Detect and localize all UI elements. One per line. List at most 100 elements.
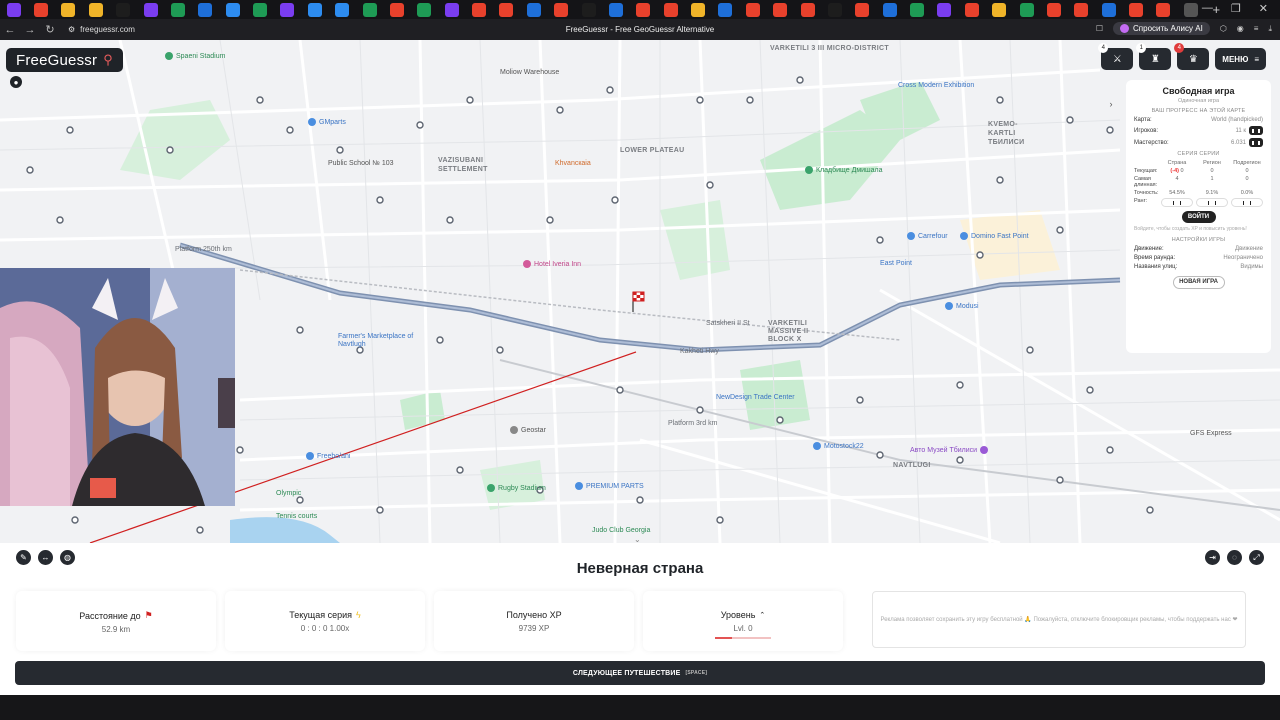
browser-tab[interactable] — [882, 2, 897, 17]
browser-tab[interactable] — [198, 2, 213, 17]
extension-icon[interactable]: ⬡ — [1220, 24, 1227, 33]
new-game-button[interactable]: НОВАЯ ИГРА — [1172, 275, 1225, 289]
alice-button[interactable]: Спросить Алису AI — [1113, 22, 1210, 35]
profile-icon[interactable]: ◉ — [1237, 24, 1244, 33]
map-poi[interactable]: Geostar — [510, 426, 546, 434]
browser-tab[interactable] — [773, 2, 788, 17]
browser-tab[interactable] — [937, 2, 952, 17]
browser-tab[interactable] — [526, 2, 541, 17]
browser-tab[interactable] — [1156, 2, 1171, 17]
map-poi[interactable]: Hotel Iveria Inn — [523, 260, 581, 268]
river — [230, 517, 340, 543]
browser-tab[interactable] — [335, 2, 350, 17]
browser-tab[interactable] — [280, 2, 295, 17]
map-poi[interactable]: Khvancкaia — [555, 160, 591, 167]
panel-collapse-arrow-icon[interactable]: › — [1105, 99, 1117, 113]
district-label: VARKETILI MASSIVE II BLOCK X — [768, 320, 809, 343]
browser-tab[interactable] — [116, 2, 131, 17]
browser-tab[interactable] — [389, 2, 404, 17]
browser-tab[interactable] — [88, 2, 103, 17]
browser-tab[interactable] — [6, 2, 21, 17]
browser-tab[interactable] — [554, 2, 569, 17]
leaderboard-button[interactable]: 4 ♛ — [1174, 43, 1210, 70]
map-poi[interactable]: Domino Fast Point — [960, 232, 1029, 240]
browser-tab[interactable] — [663, 2, 678, 17]
map-poi[interactable]: Carrefour — [907, 232, 948, 240]
browser-tab[interactable] — [800, 2, 815, 17]
map-poi[interactable]: Rugby Stadium — [487, 484, 546, 492]
chevron-down-icon[interactable]: ⌄ — [634, 535, 641, 544]
map-poi[interactable]: Public School № 103 — [328, 160, 394, 167]
rank-region-icon[interactable] — [1196, 198, 1228, 207]
browser-tab[interactable] — [718, 2, 733, 17]
browser-tab[interactable] — [225, 2, 240, 17]
browser-tab[interactable] — [143, 2, 158, 17]
browser-tab[interactable] — [691, 2, 706, 17]
browser-tab[interactable] — [827, 2, 842, 17]
url-field[interactable]: ⚙ freeguessr.com — [68, 25, 135, 34]
map-poi[interactable]: Tennis courts — [276, 513, 317, 520]
map-poi[interactable]: Modusi — [945, 302, 979, 310]
user-icon[interactable]: ● — [10, 76, 22, 88]
versus-button[interactable]: 4 ⚔ — [1098, 43, 1134, 70]
map-poi[interactable]: Farmer's Marketplace of Navtlugh — [338, 333, 418, 349]
map-poi[interactable]: NewDesign Trade Center — [716, 394, 795, 401]
back-icon[interactable]: ← — [0, 24, 20, 36]
menu-button[interactable]: МЕНЮ ≡ — [1215, 48, 1266, 70]
browser-tab[interactable] — [170, 2, 185, 17]
map-poi[interactable]: PREMIUM PARTS — [575, 482, 644, 490]
setting-movement: Движение: Движение — [1134, 245, 1263, 252]
reload-icon[interactable]: ↻ — [40, 23, 60, 36]
close-icon[interactable]: ✕ — [1259, 2, 1268, 15]
rank-subregion-icon[interactable] — [1231, 198, 1263, 207]
map-poi[interactable]: Авто Музей Тбилиси — [910, 446, 989, 454]
browser-tab[interactable] — [34, 2, 49, 17]
rank-country-icon[interactable] — [1161, 198, 1193, 207]
browser-tab[interactable] — [1074, 2, 1089, 17]
browser-tab[interactable] — [472, 2, 487, 17]
browser-tab[interactable] — [1046, 2, 1061, 17]
map-poi[interactable]: GFS Express — [1190, 430, 1232, 437]
bookmark-icon[interactable]: ☐ — [1096, 24, 1103, 33]
maximize-icon[interactable]: ❐ — [1231, 2, 1241, 15]
browser-tab[interactable] — [992, 2, 1007, 17]
minimize-icon[interactable]: — — [1202, 2, 1213, 15]
browser-tab[interactable] — [1183, 2, 1198, 17]
map-poi[interactable]: Freebo/ani — [306, 452, 350, 460]
leaderboard-icon[interactable] — [1249, 138, 1263, 147]
map-poi[interactable]: Spaeni Stadium — [165, 52, 225, 60]
browser-tab[interactable] — [745, 2, 760, 17]
browser-tab[interactable] — [417, 2, 432, 17]
browser-tab[interactable] — [1101, 2, 1116, 17]
browser-tab[interactable] — [1019, 2, 1034, 17]
browser-tab[interactable] — [855, 2, 870, 17]
forward-icon[interactable]: → — [20, 24, 40, 36]
browser-tab[interactable] — [636, 2, 651, 17]
map-poi[interactable]: Кладбище Дмишала — [805, 166, 883, 174]
browser-tab[interactable] — [1129, 2, 1144, 17]
leaderboard-icon[interactable] — [1249, 126, 1263, 135]
browser-menu-icon[interactable]: ≡ — [1254, 24, 1259, 33]
browser-tab[interactable] — [253, 2, 268, 17]
login-button[interactable]: ВОЙТИ — [1181, 211, 1216, 223]
browser-tab[interactable] — [964, 2, 979, 17]
browser-tab[interactable] — [61, 2, 76, 17]
map-poi[interactable]: Moliow Warehouse — [500, 69, 559, 76]
map-poi[interactable]: GMparts — [308, 118, 346, 126]
freeguessr-logo[interactable]: FreeGuessr ⚲ — [6, 48, 123, 72]
party-button[interactable]: 1 ♜ — [1136, 43, 1172, 70]
map-poi[interactable]: Judo Club Georgia — [592, 527, 650, 534]
next-journey-button[interactable]: СЛЕДУЮЩЕЕ ПУТЕШЕСТВИЕ [SPACE] — [15, 661, 1265, 685]
browser-tab[interactable] — [581, 2, 596, 17]
browser-tab[interactable] — [499, 2, 514, 17]
browser-tab[interactable] — [910, 2, 925, 17]
browser-tab[interactable] — [307, 2, 322, 17]
map-poi[interactable]: Cross Modern Exhibition — [898, 82, 974, 89]
browser-tab[interactable] — [444, 2, 459, 17]
browser-tab[interactable] — [608, 2, 623, 17]
download-icon[interactable]: ⤓ — [1268, 24, 1272, 34]
map-poi[interactable]: Olympic — [276, 490, 301, 497]
browser-tab[interactable] — [362, 2, 377, 17]
map-poi[interactable]: East Point — [880, 260, 912, 267]
map-poi[interactable]: Motostock22 — [813, 442, 864, 450]
